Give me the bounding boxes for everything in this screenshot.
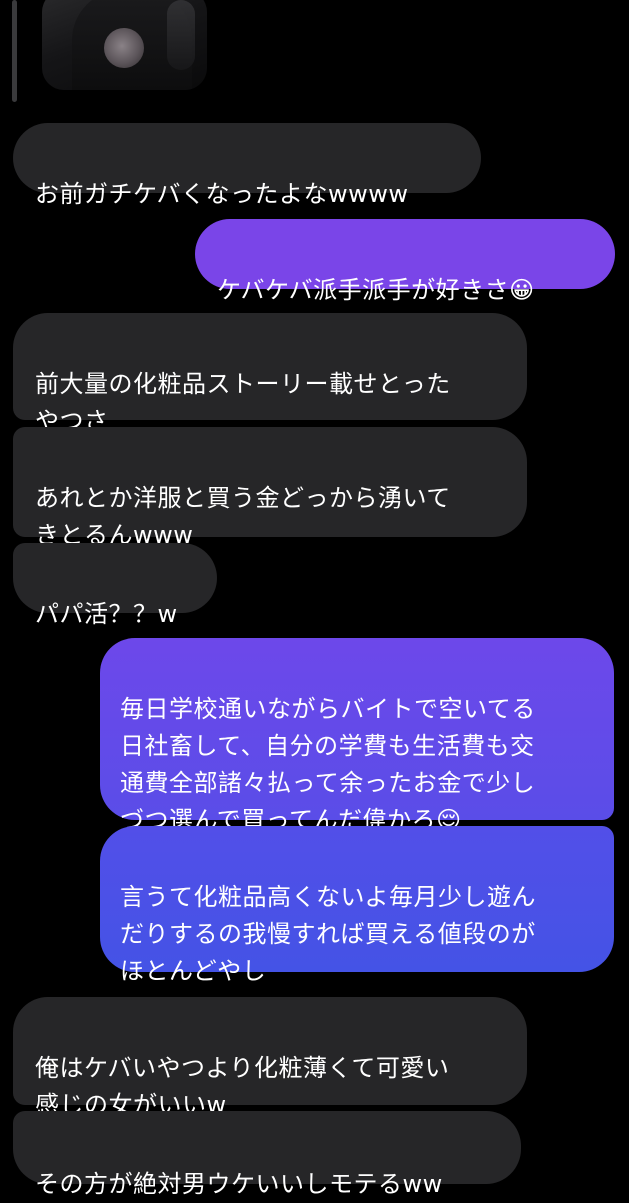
message-bubble-received[interactable]: あれとか洋服と買う金どっから湧いて きとるんwww bbox=[13, 427, 527, 549]
story-image-shadow bbox=[167, 0, 195, 70]
message-text: 前大量の化粧品ストーリー載せとった やつさ bbox=[35, 370, 451, 435]
message-text: 言うて化粧品高くないよ毎月少し遊ん だりするの我慢すれば買える値段のが ほとんど… bbox=[120, 883, 537, 985]
message-text: あれとか洋服と買う金どっから湧いて きとるんwww bbox=[35, 484, 451, 549]
message-text: その方が絶対男ウケいいしモテるww bbox=[35, 1170, 443, 1198]
message-bubble-received[interactable]: その方が絶対男ウケいいしモテるww bbox=[13, 1111, 521, 1198]
message-text: ケバケバ派手派手が好きさ😀 bbox=[217, 276, 535, 304]
message-bubble-sent[interactable]: 毎日学校通いながらバイトで空いてる 日社畜して、自分の学費も生活費も交 通費全部… bbox=[100, 638, 614, 834]
message-text: 俺はケバいやつより化粧薄くて可愛い 感じの女がいいw bbox=[35, 1054, 450, 1119]
message-bubble-sent[interactable]: ケバケバ派手派手が好きさ😀 bbox=[195, 219, 615, 304]
reply-thread-line bbox=[12, 0, 17, 102]
message-text: 毎日学校通いながらバイトで空いてる 日社畜して、自分の学費も生活費も交 通費全部… bbox=[120, 695, 536, 834]
story-image-hand bbox=[104, 28, 144, 68]
message-text: パパ活？？w bbox=[35, 600, 178, 628]
message-bubble-sent[interactable]: 言うて化粧品高くないよ毎月少し遊ん だりするの我慢すれば買える値段のが ほとんど… bbox=[100, 826, 614, 985]
message-bubble-received[interactable]: パパ活？？w bbox=[13, 543, 217, 628]
story-reply-thumbnail[interactable] bbox=[42, 0, 207, 90]
message-bubble-received[interactable]: 前大量の化粧品ストーリー載せとった やつさ bbox=[13, 313, 527, 435]
message-bubble-received[interactable]: 俺はケバいやつより化粧薄くて可愛い 感じの女がいいw bbox=[13, 997, 527, 1119]
message-bubble-received[interactable]: お前ガチケバくなったよなwwww bbox=[13, 123, 481, 208]
message-text: お前ガチケバくなったよなwwww bbox=[35, 180, 409, 208]
